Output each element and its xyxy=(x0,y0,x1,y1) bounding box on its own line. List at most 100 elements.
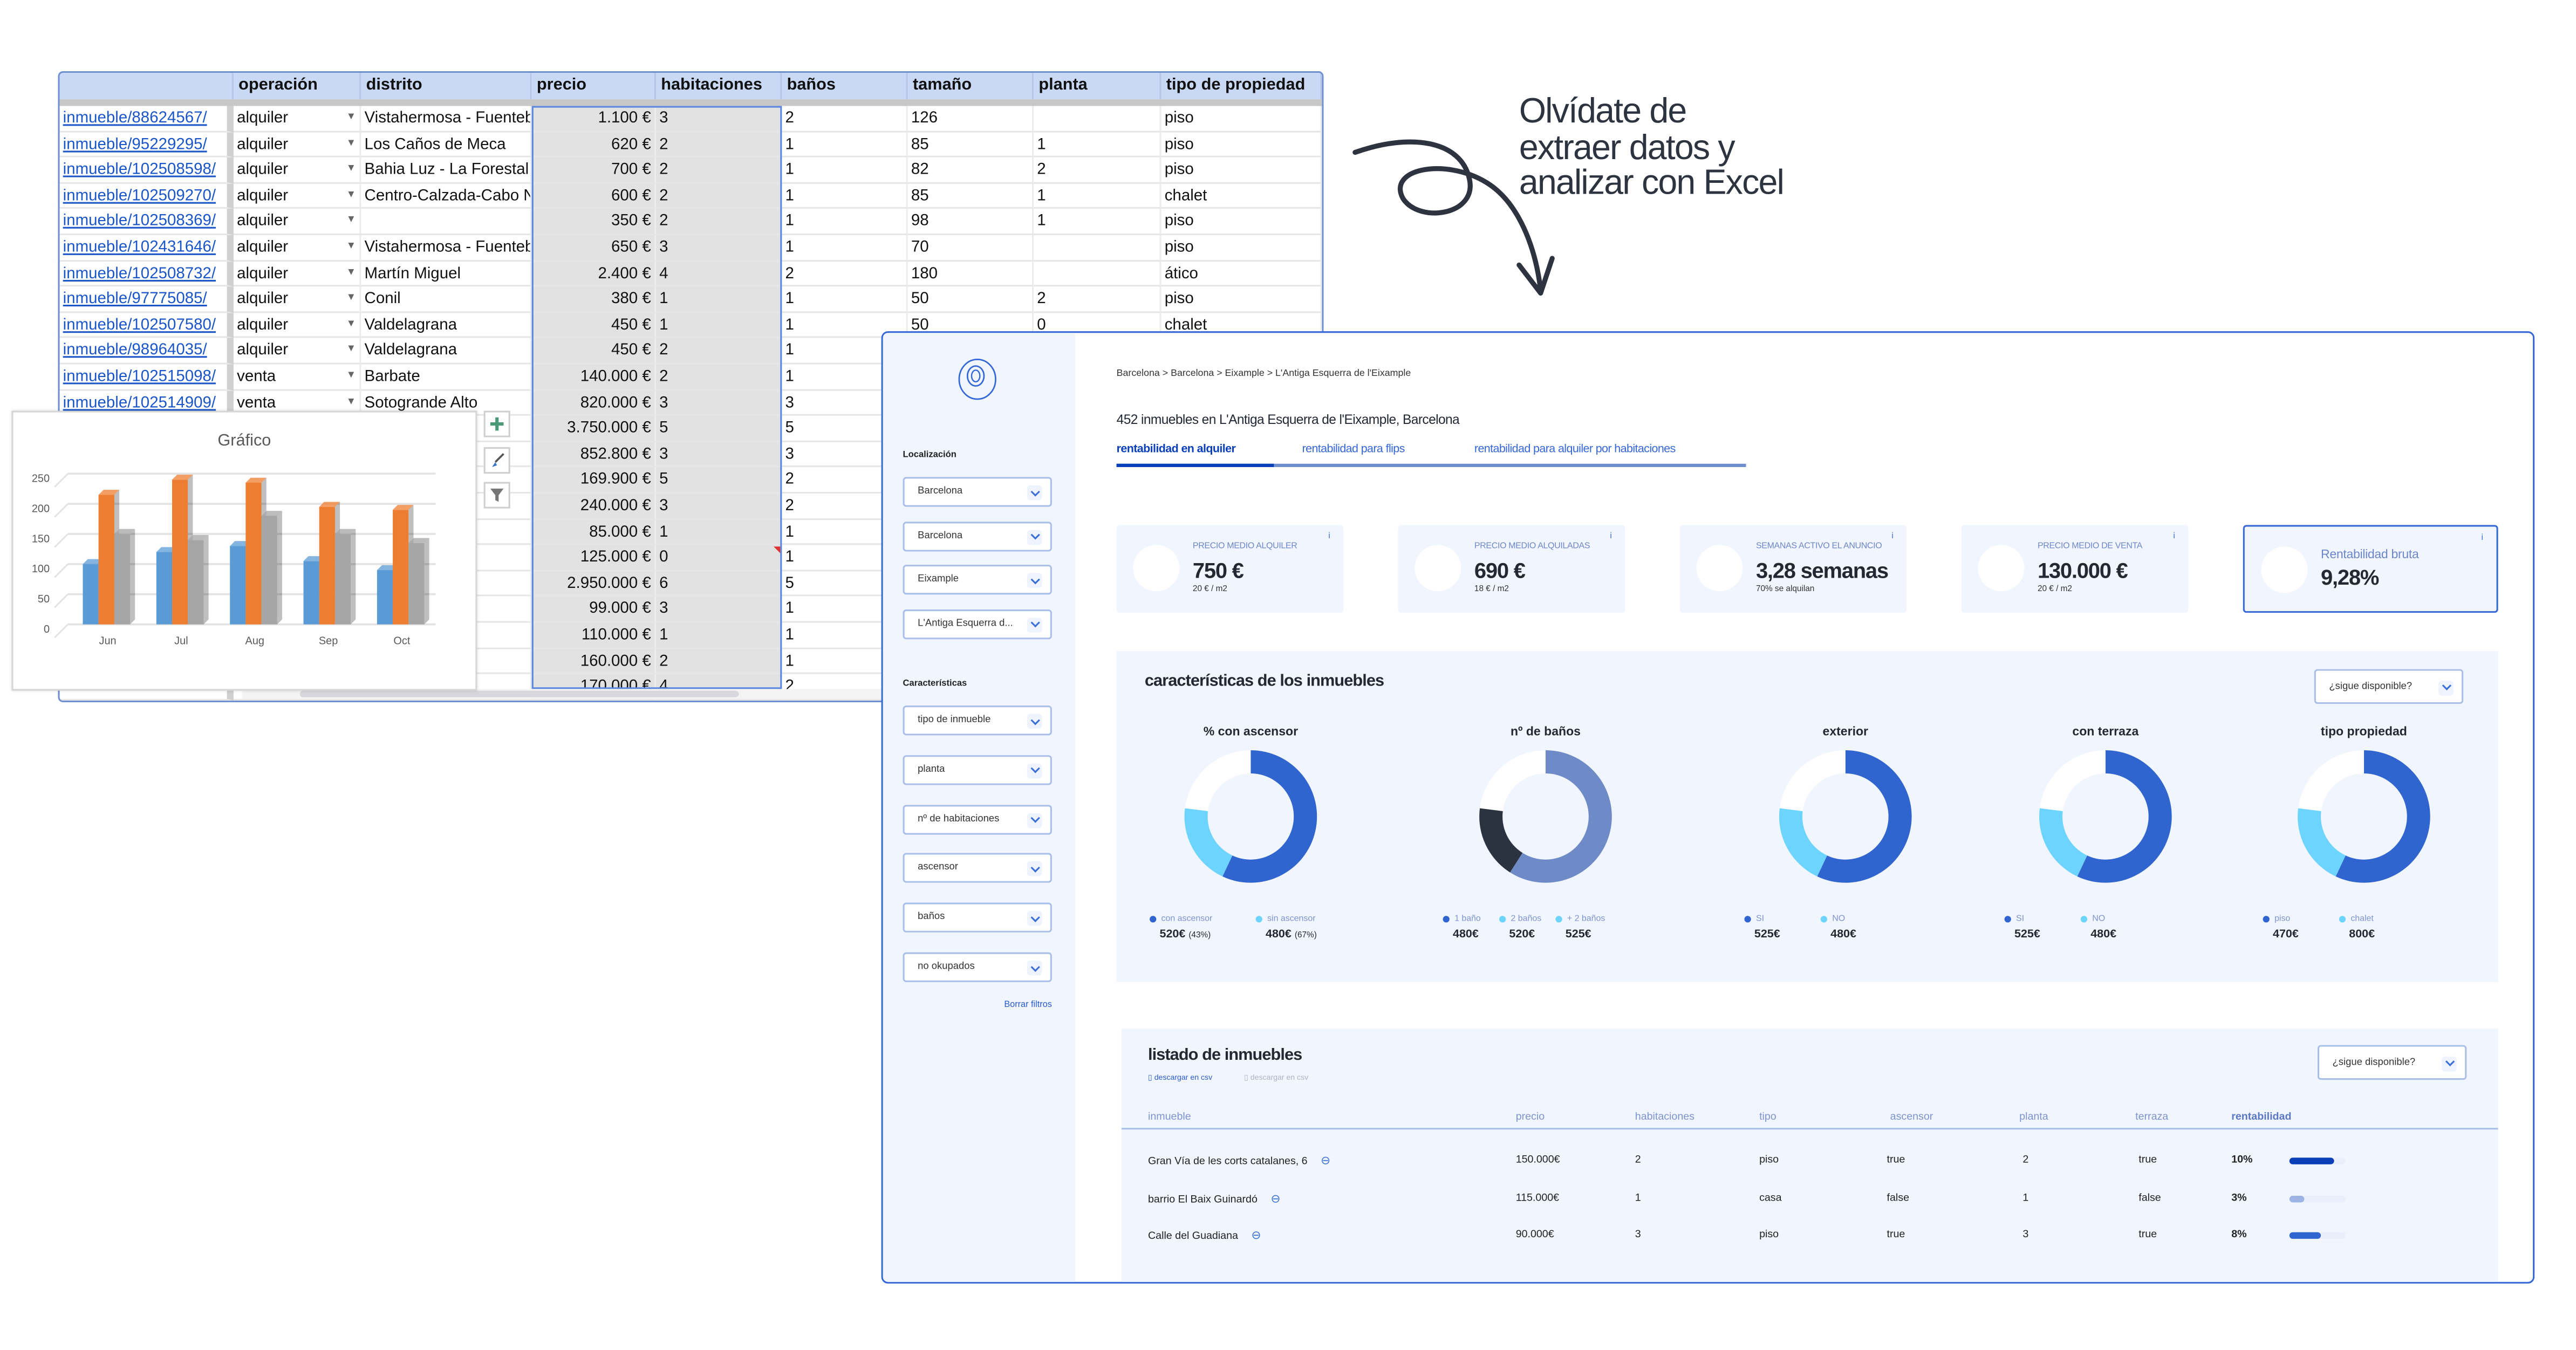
table-cell[interactable] xyxy=(1034,106,1161,132)
table-cell[interactable]: Vistahermosa - Fuentebravía xyxy=(361,106,532,132)
table-cell[interactable]: 180 xyxy=(907,261,1034,287)
table-cell[interactable]: 3 xyxy=(655,106,782,132)
dropdown-arrow-icon[interactable]: ▼ xyxy=(346,190,356,200)
table-cell[interactable]: 3 xyxy=(655,390,782,416)
dropdown-arrow-icon[interactable]: ▼ xyxy=(346,113,356,122)
table-cell[interactable]: 126 xyxy=(907,106,1034,132)
listing-link-cell[interactable]: inmueble/102508598/ xyxy=(59,157,234,184)
link-icon[interactable]: ⊖ xyxy=(1270,1191,1280,1204)
bar-jun-series-3[interactable] xyxy=(114,529,135,625)
table-cell[interactable]: piso xyxy=(1161,209,1322,235)
table-cell[interactable]: alquiler xyxy=(233,312,361,339)
table-cell[interactable]: alquiler xyxy=(233,106,361,132)
tab-2[interactable]: rentabilidad para flips xyxy=(1302,444,1405,455)
table-cell[interactable]: chalet xyxy=(1161,183,1322,210)
chart-styles-button[interactable] xyxy=(483,447,510,474)
table-cell[interactable]: piso xyxy=(1161,157,1322,184)
table-cell[interactable]: 2 xyxy=(655,157,782,184)
chart-filters-button[interactable] xyxy=(483,482,510,509)
table-cell[interactable]: 2 xyxy=(655,209,782,235)
feature-select[interactable]: ascensor xyxy=(903,853,1052,883)
table-cell[interactable]: 2 xyxy=(655,183,782,210)
table-cell[interactable]: 450 € xyxy=(531,338,656,365)
table-cell[interactable]: piso xyxy=(1161,106,1322,132)
table-cell[interactable]: 125.000 € xyxy=(531,545,656,571)
download-csv-link-disabled[interactable]: ▯ descargar en csv xyxy=(1244,1073,1308,1083)
info-icon[interactable]: i xyxy=(2173,532,2175,542)
table-cell[interactable]: 3.750.000 € xyxy=(531,416,656,442)
column-header-tipo[interactable]: tipo xyxy=(1759,1111,1776,1122)
bar-sep-series-3[interactable] xyxy=(334,529,356,625)
location-select[interactable]: Eixample xyxy=(903,565,1052,595)
table-cell[interactable]: 1 xyxy=(782,183,908,210)
table-cell[interactable]: alquiler xyxy=(233,183,361,210)
feature-select[interactable]: planta xyxy=(903,755,1052,785)
listing-link-cell[interactable]: inmueble/102508732/ xyxy=(59,261,234,287)
column-header-ascensor[interactable]: ascensor xyxy=(1890,1111,1933,1122)
table-cell[interactable]: 1 xyxy=(1034,209,1161,235)
info-icon[interactable]: i xyxy=(2482,533,2483,543)
table-cell[interactable]: piso xyxy=(1161,235,1322,261)
table-cell[interactable]: 1 xyxy=(782,209,908,235)
donut-segment[interactable] xyxy=(1184,808,1233,876)
table-cell[interactable]: 1 xyxy=(782,157,908,184)
table-cell[interactable]: piso xyxy=(1161,132,1322,158)
table-cell[interactable] xyxy=(361,209,532,235)
listing-link-cell[interactable]: inmueble/102507580/ xyxy=(59,312,234,339)
table-cell[interactable]: alquiler xyxy=(233,261,361,287)
clear-filters-link[interactable]: Borrar filtros xyxy=(1004,1000,1052,1010)
table-cell[interactable]: 85 xyxy=(907,132,1034,158)
table-cell[interactable]: 2 xyxy=(1034,157,1161,184)
table-cell[interactable]: 1 xyxy=(1034,183,1161,210)
donut-segment[interactable] xyxy=(1185,750,1251,811)
column-header[interactable]: baños xyxy=(782,73,908,100)
table-cell[interactable]: 3 xyxy=(655,597,782,623)
table-cell[interactable]: 2 xyxy=(782,261,908,287)
column-header[interactable]: planta xyxy=(1034,73,1161,100)
table-cell[interactable]: 700 € xyxy=(531,157,656,184)
table-cell[interactable]: 99.000 € xyxy=(531,597,656,623)
table-cell[interactable]: Barbate xyxy=(361,364,532,390)
tab-3[interactable]: rentabilidad para alquiler por habitacio… xyxy=(1474,444,1676,455)
table-cell[interactable]: 240.000 € xyxy=(531,494,656,519)
table-cell[interactable]: 110.000 € xyxy=(531,622,656,649)
table-cell[interactable]: Martín Miguel xyxy=(361,261,532,287)
table-cell[interactable]: 852.800 € xyxy=(531,442,656,468)
table-cell[interactable]: 4 xyxy=(655,261,782,287)
chart-elements-button[interactable] xyxy=(483,410,510,437)
donut-segment[interactable] xyxy=(1779,750,1846,811)
table-cell[interactable]: 650 € xyxy=(531,235,656,261)
column-header-terraza[interactable]: terraza xyxy=(2135,1111,2168,1122)
feature-select[interactable]: nº de habitaciones xyxy=(903,804,1052,834)
donut-segment[interactable] xyxy=(1479,808,1523,873)
table-cell[interactable]: 1 xyxy=(782,235,908,261)
table-cell[interactable]: 0 xyxy=(655,545,782,571)
table-cell[interactable]: 3 xyxy=(655,442,782,468)
table-cell[interactable]: piso xyxy=(1161,286,1322,313)
listing-link-cell[interactable]: inmueble/97775085/ xyxy=(59,286,234,313)
column-header[interactable]: precio xyxy=(531,73,656,100)
listing-link-cell[interactable]: inmueble/98964035/ xyxy=(59,338,234,365)
table-cell[interactable]: 85 xyxy=(907,183,1034,210)
table-cell[interactable]: 1 xyxy=(655,622,782,649)
table-cell[interactable]: 2.400 € xyxy=(531,261,656,287)
table-cell[interactable]: alquiler xyxy=(233,338,361,365)
table-cell[interactable]: 380 € xyxy=(531,286,656,313)
table-cell[interactable]: Valdelagrana xyxy=(361,338,532,365)
table-cell[interactable]: 1 xyxy=(782,132,908,158)
donut-segment[interactable] xyxy=(1480,750,1546,811)
column-header[interactable]: tamaño xyxy=(907,73,1034,100)
column-header[interactable]: habitaciones xyxy=(655,73,782,100)
info-icon[interactable]: i xyxy=(1610,532,1611,542)
bar-oct-series-3[interactable] xyxy=(408,538,429,625)
availability-select[interactable]: ¿sigue disponible? xyxy=(2314,669,2464,704)
table-cell[interactable]: 820.000 € xyxy=(531,390,656,416)
table-cell[interactable]: 2 xyxy=(655,132,782,158)
table-cell[interactable]: 1 xyxy=(1034,132,1161,158)
dropdown-arrow-icon[interactable]: ▼ xyxy=(346,165,356,174)
dropdown-arrow-icon[interactable]: ▼ xyxy=(346,371,356,381)
table-cell[interactable]: Los Caños de Meca xyxy=(361,132,532,158)
table-cell[interactable]: 2 xyxy=(782,106,908,132)
column-header-planta[interactable]: planta xyxy=(2019,1111,2048,1122)
table-cell[interactable]: alquiler xyxy=(233,132,361,158)
